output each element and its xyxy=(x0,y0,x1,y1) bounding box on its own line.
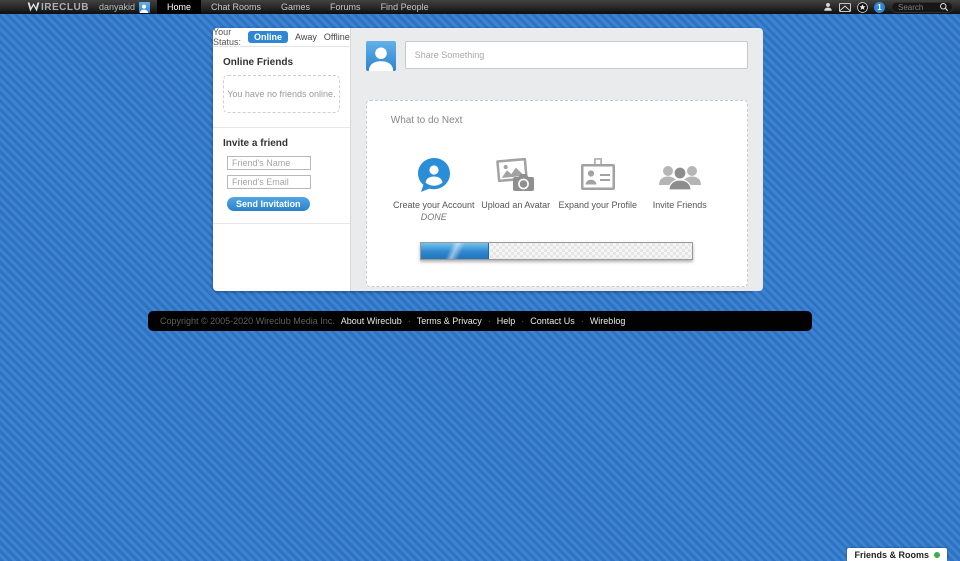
mail-icon[interactable] xyxy=(839,3,851,12)
todo-label: Upload an Avatar xyxy=(481,200,550,210)
copyright-text: Copyright © 2005-2020 Wireclub Media Inc… xyxy=(160,316,335,326)
footer-link-help[interactable]: Help xyxy=(497,316,516,326)
status-row: Your Status: Online Away Offline xyxy=(213,28,350,47)
profile-progress-bar xyxy=(420,242,693,260)
search-icon[interactable] xyxy=(939,2,949,12)
star-circle-icon[interactable] xyxy=(857,2,868,13)
top-navigation-bar: IRECLUB danyakid Home Chat Rooms Games F… xyxy=(0,0,960,14)
friend-name-input[interactable] xyxy=(227,156,311,170)
nav-item-find-people[interactable]: Find People xyxy=(371,0,439,14)
nav-item-games[interactable]: Games xyxy=(271,0,320,14)
footer-link-about[interactable]: About Wireclub xyxy=(341,316,402,326)
todo-title: What to do Next xyxy=(391,115,723,126)
todo-label: Create your Account xyxy=(393,200,475,210)
footer-link-contact[interactable]: Contact Us xyxy=(530,316,575,326)
logo-text: IRECLUB xyxy=(41,2,89,13)
invite-friend-title: Invite a friend xyxy=(223,138,340,149)
online-status-dot xyxy=(934,552,940,558)
feed-area: What to do Next Create your Account DONE xyxy=(351,28,763,291)
progress-fill xyxy=(421,243,489,259)
chat-bubble-person-icon xyxy=(417,155,451,193)
todo-label: Expand your Profile xyxy=(558,200,637,210)
wireclub-logo[interactable]: IRECLUB xyxy=(27,1,89,13)
footer-separator: · xyxy=(408,316,411,326)
footer-separator: · xyxy=(521,316,524,326)
todo-expand-profile[interactable]: Expand your Profile xyxy=(557,155,639,223)
username-label[interactable]: danyakid xyxy=(99,2,135,12)
photo-camera-icon xyxy=(496,155,536,193)
notification-count-badge[interactable]: 1 xyxy=(874,2,885,13)
todo-label: Invite Friends xyxy=(653,200,707,210)
wireclub-logo-icon xyxy=(27,1,40,13)
people-group-icon xyxy=(658,155,702,193)
online-friends-title: Online Friends xyxy=(223,57,340,68)
footer-link-terms[interactable]: Terms & Privacy xyxy=(417,316,482,326)
footer-link-wireblog[interactable]: Wireblog xyxy=(590,316,626,326)
nav-item-home[interactable]: Home xyxy=(157,0,201,14)
what-to-do-next-box: What to do Next Create your Account DONE xyxy=(366,100,748,287)
nav-item-forums[interactable]: Forums xyxy=(320,0,371,14)
share-something-input[interactable] xyxy=(405,41,748,69)
send-invitation-button[interactable]: Send Invitation xyxy=(227,197,310,211)
user-avatar[interactable] xyxy=(366,41,396,71)
search-box[interactable] xyxy=(891,2,953,13)
todo-create-account[interactable]: Create your Account DONE xyxy=(393,155,475,223)
todo-upload-avatar[interactable]: Upload an Avatar xyxy=(475,155,557,223)
no-friends-message: You have no friends online. xyxy=(227,89,335,99)
no-friends-message-box: You have no friends online. xyxy=(223,75,340,113)
status-label: Your Status: xyxy=(213,27,241,47)
sidebar-divider-2 xyxy=(213,223,350,224)
friend-email-input[interactable] xyxy=(227,175,311,189)
main-nav: Home Chat Rooms Games Forums Find People xyxy=(157,0,439,14)
friends-sidebar: Your Status: Online Away Offline Online … xyxy=(213,28,351,291)
id-card-icon xyxy=(578,155,618,193)
status-offline-button[interactable]: Offline xyxy=(324,32,350,42)
todo-status-done: DONE xyxy=(421,212,447,223)
friends-rooms-label: Friends & Rooms xyxy=(854,550,929,560)
user-mini-avatar[interactable] xyxy=(139,2,150,13)
nav-item-chat-rooms[interactable]: Chat Rooms xyxy=(201,0,271,14)
sidebar-divider xyxy=(213,127,350,128)
footer-separator: · xyxy=(581,316,584,326)
status-online-button[interactable]: Online xyxy=(248,31,288,43)
profile-person-icon[interactable] xyxy=(823,2,833,12)
friends-rooms-widget[interactable]: Friends & Rooms xyxy=(847,548,947,561)
todo-invite-friends[interactable]: Invite Friends xyxy=(639,155,721,223)
footer-bar: Copyright © 2005-2020 Wireclub Media Inc… xyxy=(148,311,812,331)
status-away-button[interactable]: Away xyxy=(295,32,317,42)
search-input[interactable] xyxy=(898,3,939,12)
footer-separator: · xyxy=(488,316,491,326)
main-panel: Your Status: Online Away Offline Online … xyxy=(213,28,753,291)
